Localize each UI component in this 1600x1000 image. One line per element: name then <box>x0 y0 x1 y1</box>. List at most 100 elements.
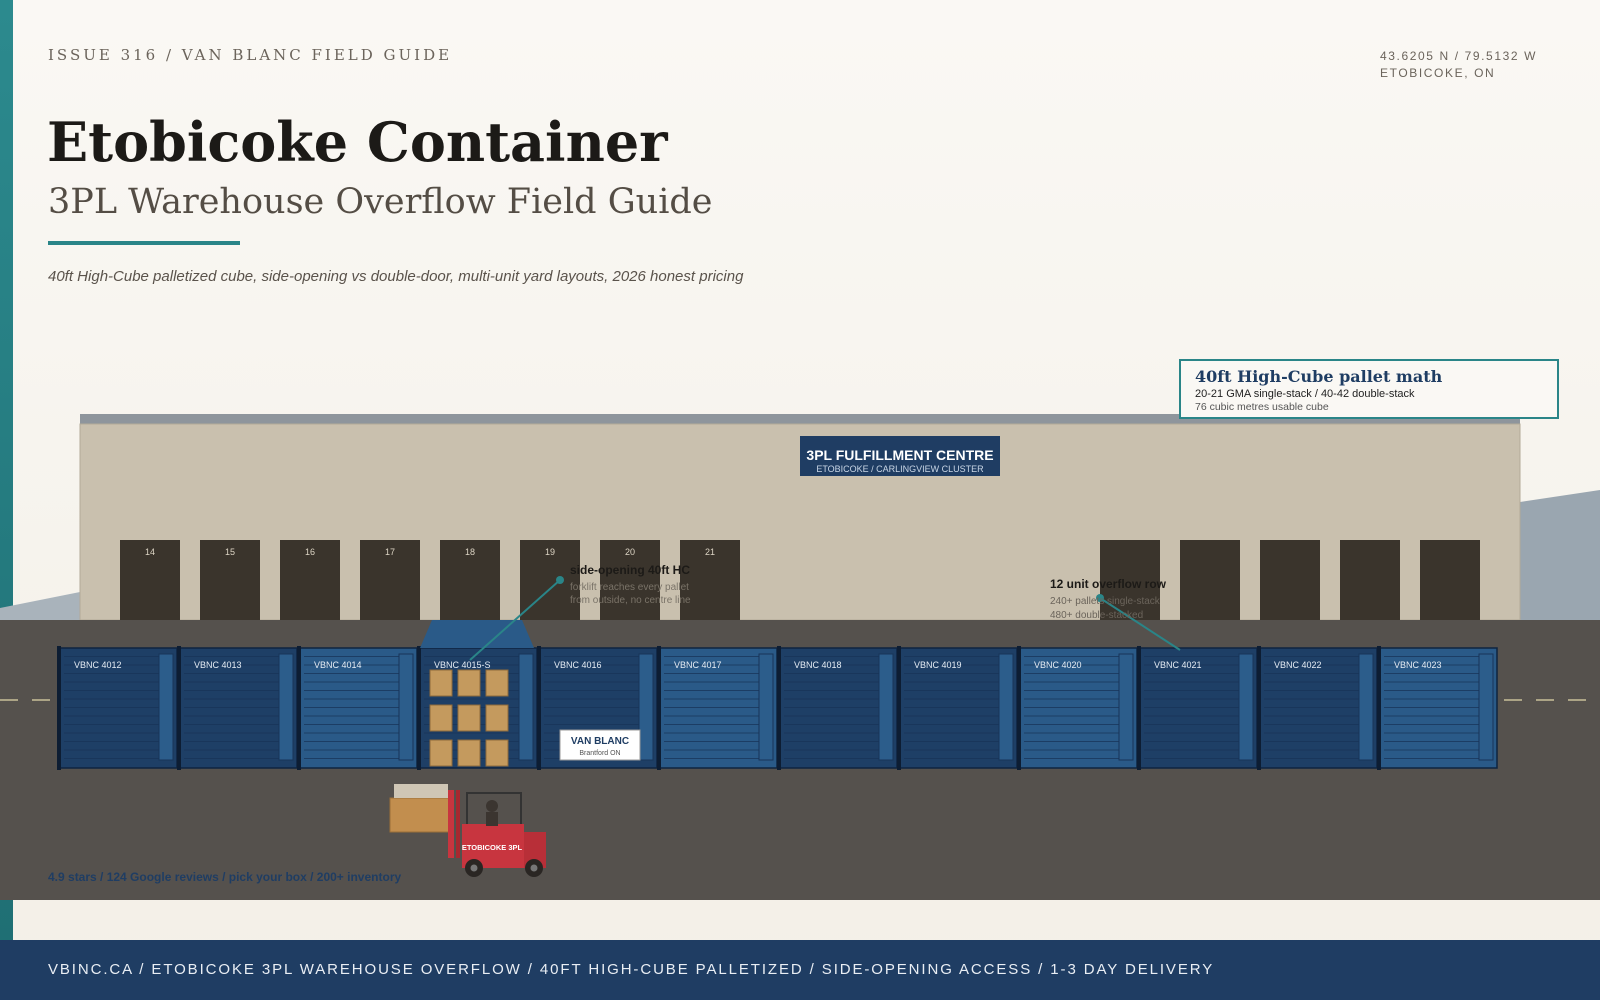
container-corner-post <box>537 646 541 770</box>
pallet-box <box>457 704 481 732</box>
container-corner-post <box>417 646 421 770</box>
forklift-crate-top <box>394 784 448 798</box>
forklift-hub-front <box>470 864 478 872</box>
dock-door-number: 14 <box>145 547 155 557</box>
container-id: VBNC 4021 <box>1154 660 1202 670</box>
dock-door-number: 18 <box>465 547 475 557</box>
dock-door-number: 15 <box>225 547 235 557</box>
forklift-mast-rear <box>456 790 460 858</box>
container-id: VBNC 4023 <box>1394 660 1442 670</box>
issue-label: ISSUE 316 / VAN BLANC FIELD GUIDE <box>48 46 453 64</box>
dock-door-number: 20 <box>625 547 635 557</box>
dock-door <box>1420 540 1480 620</box>
forklift-post-rear <box>520 792 522 824</box>
container-door <box>758 653 774 761</box>
pallet-box <box>429 739 453 767</box>
container-door <box>398 653 414 761</box>
pallet-math-line1: 20-21 GMA single-stack / 40-42 double-st… <box>1195 388 1415 400</box>
hill-left <box>0 592 80 620</box>
forklift-driver-head <box>486 800 498 812</box>
dock-door <box>1180 540 1240 620</box>
pallet-box <box>485 669 509 697</box>
dock-door-number: 21 <box>705 547 715 557</box>
yard-scene: 3PL FULFILLMENT CENTRE ETOBICOKE / CARLI… <box>0 414 1600 900</box>
page-subtitle: 3PL Warehouse Overflow Field Guide <box>48 182 713 222</box>
pallet-box <box>485 739 509 767</box>
pallet-math-line2: 76 cubic metres usable cube <box>1195 401 1329 413</box>
container-door <box>998 653 1014 761</box>
container-corner-post <box>297 646 301 770</box>
forklift-mast <box>448 790 454 858</box>
forklift-driver-body <box>486 812 498 826</box>
dock-door-number: 16 <box>305 547 315 557</box>
container-id: VBNC 4018 <box>794 660 842 670</box>
dock-door-number: 19 <box>545 547 555 557</box>
side-annotation-line2: from outside, no centre line <box>570 595 691 606</box>
container-id: VBNC 4012 <box>74 660 122 670</box>
hill-right <box>1520 490 1600 620</box>
dock-door <box>1340 540 1400 620</box>
van-blanc-sign-place: Brantford ON <box>579 750 620 757</box>
container-corner-post <box>177 646 181 770</box>
coordinates: 43.6205 N / 79.5132 W ETOBICOKE, ON <box>1380 48 1537 82</box>
container-corner-post <box>57 646 61 770</box>
forklift-hub-rear <box>530 864 538 872</box>
footer-text: VBINC.CA / ETOBICOKE 3PL WAREHOUSE OVERF… <box>48 961 1215 978</box>
warehouse-sign-title: 3PL FULFILLMENT CENTRE <box>806 447 993 463</box>
container-door <box>1478 653 1494 761</box>
side-door-canopy <box>420 620 534 648</box>
pallet-box <box>429 704 453 732</box>
container-corner-post <box>657 646 661 770</box>
pallet-box <box>457 739 481 767</box>
container-corner-post <box>1377 646 1381 770</box>
side-annotation-title: side-opening 40ft HC <box>570 563 690 577</box>
container-door <box>158 653 174 761</box>
coordinates-latlong: 43.6205 N / 79.5132 W <box>1380 49 1538 63</box>
pallet-math-callout: 40ft High-Cube pallet math 20-21 GMA sin… <box>1179 359 1559 419</box>
container-id: VBNC 4017 <box>674 660 722 670</box>
row-annotation-line2: 480+ double-stacked <box>1050 610 1143 621</box>
coordinates-place: ETOBICOKE, ON <box>1380 66 1496 80</box>
container-door <box>518 653 534 761</box>
container-row: VBNC 4012 VBNC 4013 VBNC 4014 VBNC 4015-S VB… <box>57 646 1498 770</box>
dock-door-number: 17 <box>385 547 395 557</box>
container-door <box>1118 653 1134 761</box>
container-id: VBNC 4014 <box>314 660 362 670</box>
forklift-crate <box>389 797 453 833</box>
title-rule <box>48 241 240 245</box>
container-door <box>1238 653 1254 761</box>
container-corner-post <box>897 646 901 770</box>
container-door <box>878 653 894 761</box>
container-door <box>1358 653 1374 761</box>
pallet-box <box>429 669 453 697</box>
container-door <box>638 653 654 761</box>
container-id: VBNC 4016 <box>554 660 602 670</box>
van-blanc-sign-name: VAN BLANC <box>571 736 629 747</box>
forklift-post-front <box>466 792 468 824</box>
row-annotation-title: 12 unit overflow row <box>1050 577 1167 591</box>
tagline: 40ft High-Cube palletized cube, side-ope… <box>48 268 744 285</box>
footer-bar: VBINC.CA / ETOBICOKE 3PL WAREHOUSE OVERF… <box>0 940 1600 1000</box>
row-annotation-line1: 240+ pallets single-stack <box>1050 596 1161 607</box>
forklift-roof <box>466 792 522 794</box>
container-id: VBNC 4020 <box>1034 660 1082 670</box>
dock-door <box>1260 540 1320 620</box>
pallet-box <box>485 704 509 732</box>
container-corner-post <box>777 646 781 770</box>
container-id: VBNC 4022 <box>1274 660 1322 670</box>
side-annotation-line1: forklift reaches every pallet <box>570 582 689 593</box>
container-door <box>278 653 294 761</box>
container-id: VBNC 4019 <box>914 660 962 670</box>
container-corner-post <box>1017 646 1021 770</box>
container-corner-post <box>1257 646 1261 770</box>
warehouse-sign-subtitle: ETOBICOKE / CARLINGVIEW CLUSTER <box>816 464 984 474</box>
forklift-label: ETOBICOKE 3PL <box>462 843 523 852</box>
rating-text: 4.9 stars / 124 Google reviews / pick yo… <box>48 870 401 884</box>
pallet-stack <box>429 669 509 767</box>
container-id: VBNC 4013 <box>194 660 242 670</box>
side-annotation-dot <box>556 576 564 584</box>
pallet-box <box>457 669 481 697</box>
container-id: VBNC 4015-S <box>434 660 491 670</box>
page-title: Etobicoke Container <box>47 110 668 174</box>
yard-illustration: 3PL FULFILLMENT CENTRE ETOBICOKE / CARLI… <box>0 340 1600 900</box>
